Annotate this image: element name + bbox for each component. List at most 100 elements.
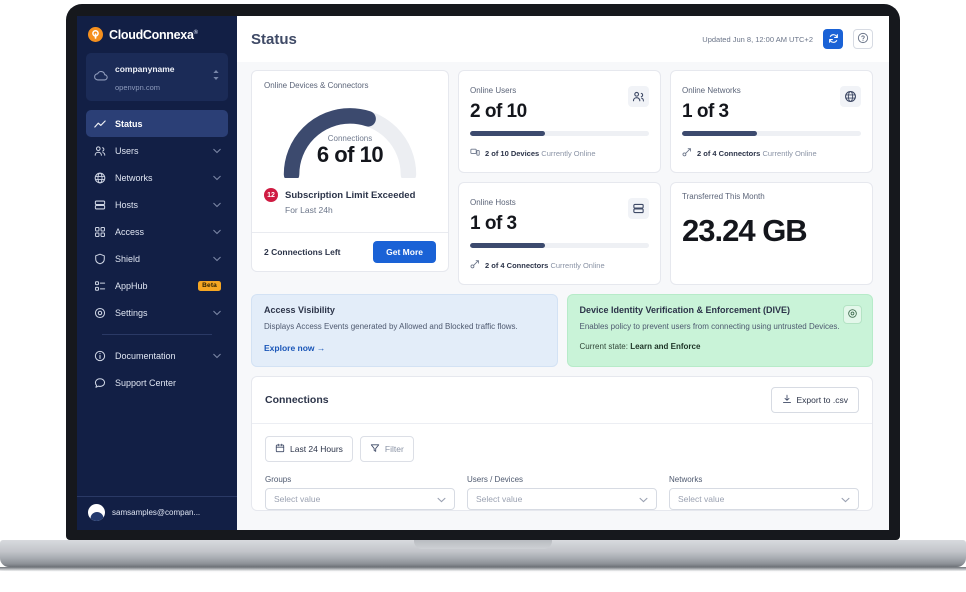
banner-description: Enables policy to prevent users from con… <box>579 322 840 331</box>
alert-subtitle: For Last 24h <box>285 205 333 215</box>
stats-row-bottom: Online Hosts 1 of 3 2 of 4 Connectors Cu… <box>458 182 873 285</box>
banner-state: Current state: Learn and Enforce <box>580 342 861 351</box>
progress-bar <box>470 131 649 136</box>
sidebar-item-users[interactable]: Users <box>86 137 228 164</box>
state-label: Current state: <box>579 341 628 351</box>
card-label: Online Networks <box>682 86 741 95</box>
chevron-down-icon <box>213 227 221 237</box>
stat-header: Online Hosts 1 of 3 <box>470 192 649 235</box>
export-csv-button[interactable]: Export to .csv <box>770 386 859 413</box>
sidebar-item-support-center[interactable]: Support Center <box>86 369 228 396</box>
dive-settings-button[interactable] <box>843 305 862 324</box>
sidebar-item-label: Hosts <box>115 199 139 210</box>
gauge-footer: 2 Connections Left Get More <box>252 232 448 271</box>
date-range-label: Last 24 Hours <box>290 443 343 454</box>
chevron-down-icon <box>841 490 850 508</box>
get-more-button[interactable]: Get More <box>373 241 436 263</box>
stat-footer-text: 2 of 10 Devices Currently Online <box>485 149 596 158</box>
chevron-down-icon <box>639 490 648 508</box>
connections-panel: Connections Export to .csv Last 24 Hours… <box>251 375 873 511</box>
info-icon <box>93 349 106 362</box>
sidebar-item-settings[interactable]: Settings <box>86 299 228 326</box>
help-button[interactable] <box>853 29 873 49</box>
stat-footer-text: 2 of 4 Connectors Currently Online <box>697 149 817 158</box>
stat-left: Online Hosts 1 of 3 <box>470 192 628 235</box>
networks-field: Networks Select value <box>669 475 859 510</box>
date-range-button[interactable]: Last 24 Hours <box>265 435 353 462</box>
sidebar-item-label: Access <box>115 226 145 237</box>
gauge-body: Online Devices & Connectors Connections … <box>252 71 448 232</box>
trademark-symbol: ® <box>193 29 198 36</box>
org-name: companyname <box>115 64 175 74</box>
download-icon <box>782 394 792 406</box>
connections-title: Connections <box>265 393 329 406</box>
sidebar-item-status[interactable]: Status <box>86 110 228 137</box>
stat-footer-text: 2 of 4 Connectors Currently Online <box>485 261 605 270</box>
gauge-value: 6 of 10 <box>316 142 384 167</box>
calendar-icon <box>275 443 285 455</box>
question-mark-icon <box>857 32 869 47</box>
select-placeholder: Select value <box>476 493 523 504</box>
org-domain: openvpn.com <box>115 83 161 92</box>
promo-banners: Access Visibility Displays Access Events… <box>251 294 873 367</box>
sidebar-item-label: Support Center <box>115 377 177 388</box>
filter-button[interactable]: Filter <box>359 435 414 462</box>
users-devices-field: Users / Devices Select value <box>467 475 657 510</box>
chevron-updown-icon <box>212 68 220 86</box>
select-placeholder: Select value <box>274 493 321 504</box>
sidebar-item-shield[interactable]: Shield <box>86 245 228 272</box>
stat-footer: 2 of 10 Devices Currently Online <box>470 144 649 162</box>
sidebar-item-hosts[interactable]: Hosts <box>86 191 228 218</box>
online-hosts-card: Online Hosts 1 of 3 2 of 4 Connectors Cu… <box>458 182 661 285</box>
banner-title: Access Visibility <box>264 305 335 315</box>
laptop-notch <box>414 540 552 549</box>
explore-now-link[interactable]: Explore now → <box>264 343 325 353</box>
updated-timestamp: Updated Jun 8, 12:00 AM UTC+2 <box>702 34 813 44</box>
connections-left-text: 2 Connections Left <box>264 247 341 257</box>
stat-header: Online Networks 1 of 3 <box>682 80 861 123</box>
nav-divider <box>102 334 212 335</box>
stat-footer-rest: Currently Online <box>541 148 596 158</box>
subscription-alert: 12 Subscription Limit Exceeded <box>264 188 436 202</box>
globe-icon <box>93 171 106 184</box>
avatar <box>88 504 105 521</box>
sidebar: CloudConnexa® companyname openvpn.com St… <box>77 16 237 530</box>
sidebar-item-networks[interactable]: Networks <box>86 164 228 191</box>
card-label: Online Users <box>470 86 517 95</box>
grid-icon <box>93 225 106 238</box>
progress-fill <box>470 131 546 136</box>
org-switcher[interactable]: companyname openvpn.com <box>86 53 228 101</box>
online-users-card: Online Users 2 of 10 2 of 10 Devices Cur… <box>458 70 661 173</box>
gear-icon <box>847 306 858 324</box>
field-label: Users / Devices <box>467 474 524 484</box>
progress-fill <box>470 243 546 248</box>
gear-icon <box>93 306 106 319</box>
sidebar-user-profile[interactable]: samsamples@compan... <box>77 496 237 530</box>
connections-toolbar: Last 24 Hours Filter <box>252 424 872 462</box>
dashboard-body: Online Devices & Connectors Connections … <box>237 62 889 530</box>
progress-bar <box>470 243 649 248</box>
sidebar-item-documentation[interactable]: Documentation <box>86 342 228 369</box>
chevron-down-icon <box>213 200 221 210</box>
card-label: Transferred This Month <box>682 192 765 201</box>
primary-nav: Status Users Networks Hosts Access Shiel… <box>77 110 237 396</box>
networks-select[interactable]: Select value <box>669 487 859 510</box>
field-label: Networks <box>669 474 703 484</box>
stat-left: Online Networks 1 of 3 <box>682 80 840 123</box>
transferred-this-month-card: Transferred This Month 23.24 GB <box>670 182 873 285</box>
sidebar-item-label: AppHub <box>115 280 148 291</box>
groups-select[interactable]: Select value <box>265 487 455 510</box>
transfer-value: 23.24 GB <box>682 213 808 248</box>
beta-badge: Beta <box>198 280 221 291</box>
page-title: Status <box>251 30 297 48</box>
refresh-button[interactable] <box>823 29 843 49</box>
users-devices-select[interactable]: Select value <box>467 487 657 510</box>
stat-value: 1 of 3 <box>470 213 517 234</box>
stat-value: 1 of 3 <box>682 101 729 122</box>
connections-filters: Groups Select value Users / Devices Sele… <box>252 462 872 510</box>
sidebar-item-apphub[interactable]: AppHub Beta <box>86 272 228 299</box>
connections-gauge: Connections 6 of 10 <box>264 94 436 178</box>
chevron-down-icon <box>213 173 221 183</box>
brand-logo: CloudConnexa® <box>77 16 237 51</box>
sidebar-item-access[interactable]: Access <box>86 218 228 245</box>
